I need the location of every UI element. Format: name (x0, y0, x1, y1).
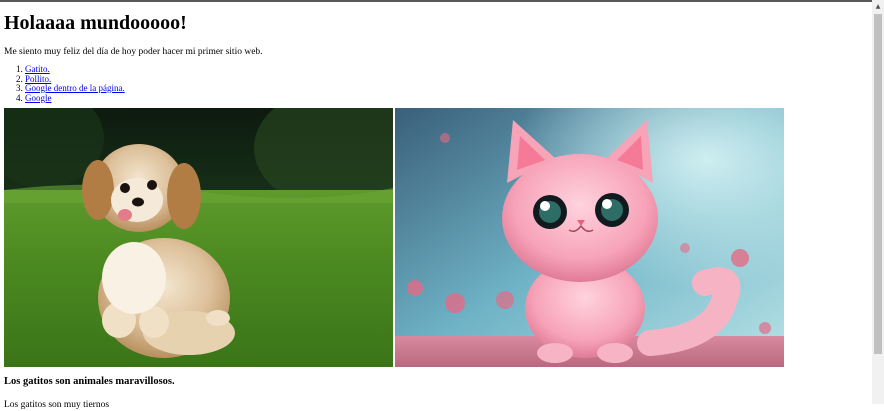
caption-heading: Los gatitos son animales maravillosos. (4, 376, 175, 387)
puppy-photo (4, 108, 393, 367)
link-google-inside[interactable]: Google dentro de la página. (25, 83, 125, 93)
list-item: Gatito. (25, 64, 864, 75)
triangle-up-icon[interactable]: ▲ (872, 0, 884, 12)
links-list: Gatito. Pollito. Google dentro de la pág… (4, 64, 864, 104)
kitten-illustration (395, 108, 784, 367)
image-row (4, 108, 785, 367)
link-google[interactable]: Google (25, 93, 52, 103)
link-gatito[interactable]: Gatito. (25, 64, 50, 74)
list-item: Google (25, 93, 864, 104)
list-item: Pollito. (25, 74, 864, 85)
vertical-scrollbar[interactable]: ▲ (872, 0, 884, 404)
list-item: Google dentro de la página. (25, 83, 864, 94)
intro-paragraph: Me siento muy feliz del día de hoy poder… (4, 47, 263, 57)
page-heading: Holaaaa mundooooo! (4, 12, 187, 34)
scrollbar-thumb[interactable] (874, 14, 882, 354)
link-pollito[interactable]: Pollito. (25, 74, 51, 84)
paragraph-cut-off: Los gatitos son muy tiernos (4, 400, 110, 410)
page-content: Holaaaa mundooooo! Me siento muy feliz d… (4, 6, 864, 103)
window-top-border (0, 0, 884, 2)
